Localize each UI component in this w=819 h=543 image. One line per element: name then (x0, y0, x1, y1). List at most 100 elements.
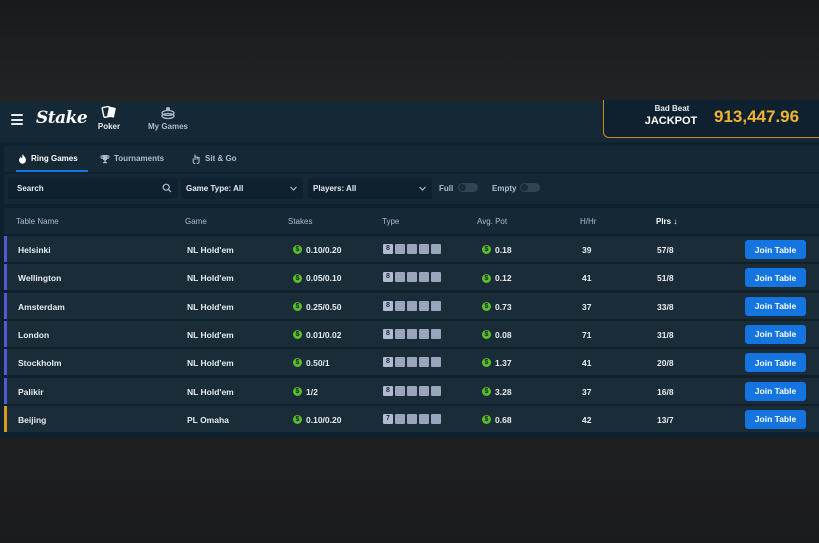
join-table-button[interactable]: Join Table (745, 353, 806, 373)
join-table-button[interactable]: Join Table (745, 381, 806, 401)
table-type-icons: 8 (383, 357, 443, 368)
column-header-type[interactable]: Type (382, 217, 399, 226)
hands-per-hour: 42 (582, 414, 592, 425)
limit-icon (431, 272, 441, 283)
tab-ring-games-label: Ring Games (31, 154, 78, 163)
avg-pot-value: 0.73 (495, 301, 512, 312)
table-row[interactable]: Beijing PL Omaha $0.10/0.20 7 $0.68 42 13/7 Joi… (4, 405, 819, 432)
top-bar: Stake Poker My Games Bad Beat JACKPOT 91… (0, 100, 819, 142)
stakes-cell: $1/2 (293, 387, 318, 397)
ring-games-table: Table Name Game Stakes Type Avg. Pot H/H… (4, 208, 819, 438)
row-accent-bar (4, 264, 7, 291)
avg-pot-value: 3.28 (495, 386, 512, 397)
seats-count-icon: 8 (383, 357, 393, 368)
hands-per-hour: 41 (582, 358, 592, 369)
table-row[interactable]: Helsinki NL Hold'em $0.10/0.20 8 $0.18 39 57/8… (4, 236, 819, 262)
avg-pot-value: 0.68 (495, 414, 512, 425)
stakes-value: 0.10/0.20 (306, 414, 342, 425)
chevron-down-icon (419, 186, 426, 191)
lobby-tabs: Ring Games Tournaments Sit & Go (4, 146, 819, 172)
table-name: Palikir (18, 386, 44, 397)
search-input[interactable]: Search (8, 178, 178, 199)
cards-type-icon (407, 385, 417, 396)
column-header-stakes[interactable]: Stakes (288, 217, 312, 226)
dollar-coin-icon: $ (293, 245, 302, 255)
join-table-button[interactable]: Join Table (745, 268, 806, 288)
hands-per-hour: 41 (582, 273, 592, 284)
seats-count-icon: 7 (383, 413, 393, 424)
column-header-players[interactable]: Plrs ↓ (656, 217, 677, 226)
column-header-table-name[interactable]: Table Name (16, 217, 59, 226)
join-table-button[interactable]: Join Table (745, 240, 806, 259)
table-type-icons: 7 (383, 413, 443, 425)
table-name: Wellington (18, 273, 62, 284)
menu-icon[interactable] (11, 114, 23, 125)
table-name: Beijing (18, 414, 47, 425)
join-table-button[interactable]: Join Table (745, 324, 806, 344)
column-header-game[interactable]: Game (185, 217, 207, 226)
cards-type-icon (407, 272, 417, 283)
dollar-coin-icon: $ (482, 245, 491, 255)
players-count: 57/8 (657, 245, 674, 255)
tab-tournaments[interactable]: Tournaments (100, 146, 170, 172)
game-name: NL Hold'em (187, 301, 234, 312)
join-table-button[interactable]: Join Table (745, 409, 806, 429)
stakes-value: 0.10/0.20 (306, 245, 342, 255)
stake-logo[interactable]: Stake (36, 108, 88, 128)
column-header-hands-per-hour[interactable]: H/Hr (580, 217, 596, 226)
table-row[interactable]: Stockholm NL Hold'em $0.50/1 8 $1.37 41 20/8 Jo… (4, 349, 819, 376)
avg-pot-cell: $0.68 (482, 415, 512, 425)
dollar-coin-icon: $ (293, 358, 302, 368)
cards-type-icon (407, 300, 417, 311)
game-name: NL Hold'em (187, 329, 234, 340)
limit-icon (431, 357, 441, 368)
stakes-cell: $0.25/0.50 (293, 302, 341, 312)
cards-type-icon (407, 328, 417, 339)
game-name: NL Hold'em (187, 245, 234, 255)
game-type-select[interactable]: Game Type: All (181, 178, 303, 199)
speed-icon (395, 357, 405, 368)
dollar-coin-icon: $ (482, 386, 491, 396)
full-toggle-switch[interactable] (458, 183, 478, 192)
players-select[interactable]: Players: All (308, 178, 432, 199)
cards-icon (101, 106, 116, 119)
speed-icon (395, 272, 405, 283)
avg-pot-value: 1.37 (495, 358, 512, 369)
nav-my-games[interactable]: My Games (146, 106, 190, 131)
stakes-value: 0.05/0.10 (306, 273, 342, 284)
dollar-coin-icon: $ (293, 301, 302, 311)
row-accent-bar (4, 405, 7, 432)
hand-icon (192, 154, 200, 164)
stats-icon (419, 272, 429, 283)
column-header-avg-pot[interactable]: Avg. Pot (477, 217, 507, 226)
search-placeholder: Search (17, 184, 44, 193)
hands-per-hour: 39 (582, 245, 592, 255)
table-row[interactable]: Wellington NL Hold'em $0.05/0.10 8 $0.12 41 51… (4, 264, 819, 291)
table-type-icons: 8 (383, 328, 443, 340)
avg-pot-cell: $0.18 (482, 245, 512, 255)
limit-icon (431, 244, 441, 254)
stats-icon (419, 244, 429, 254)
poker-lobby: Stake Poker My Games Bad Beat JACKPOT 91… (0, 100, 819, 438)
avg-pot-cell: $0.12 (482, 273, 512, 283)
join-table-button[interactable]: Join Table (745, 296, 806, 316)
avg-pot-cell: $0.08 (482, 330, 512, 340)
avg-pot-cell: $1.37 (482, 358, 512, 368)
tab-sit-and-go[interactable]: Sit & Go (192, 146, 242, 172)
nav-poker[interactable]: Poker (96, 106, 122, 131)
hands-per-hour: 37 (582, 386, 592, 397)
trophy-icon (100, 154, 110, 164)
players-value: Players: All (313, 184, 357, 193)
table-row[interactable]: London NL Hold'em $0.01/0.02 8 $0.08 71 31/8 Jo… (4, 320, 819, 347)
table-row[interactable]: Palikir NL Hold'em $1/2 8 $3.28 37 16/8 Join Ta… (4, 377, 819, 404)
table-row[interactable]: Amsterdam NL Hold'em $0.25/0.50 8 $0.73 37 33/… (4, 292, 819, 319)
tab-ring-games[interactable]: Ring Games (16, 146, 88, 172)
nav-my-games-label: My Games (147, 122, 189, 131)
empty-toggle-switch[interactable] (520, 183, 540, 192)
search-icon[interactable] (162, 183, 172, 193)
stakes-value: 1/2 (306, 386, 318, 397)
dollar-coin-icon: $ (293, 386, 302, 396)
avg-pot-value: 0.18 (495, 245, 512, 255)
avg-pot-value: 0.08 (495, 329, 512, 340)
stakes-cell: $0.10/0.20 (293, 245, 341, 255)
